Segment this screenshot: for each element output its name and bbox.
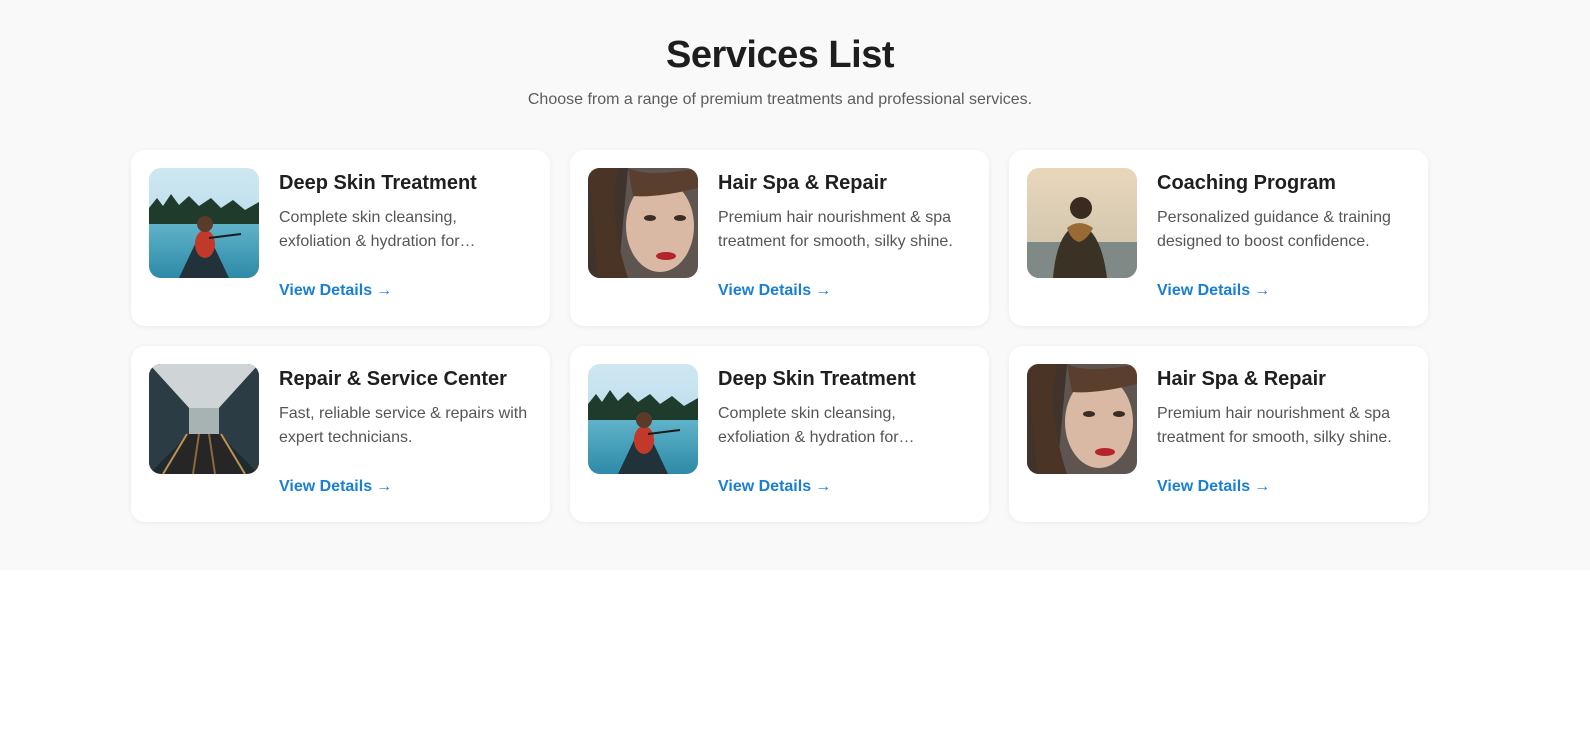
services-grid: Deep Skin Treatment Complete skin cleans… — [131, 150, 1428, 522]
link-label: View Details — [1157, 478, 1251, 495]
page-title: Services List — [666, 34, 894, 76]
link-label: View Details — [279, 478, 373, 495]
service-image-canoe — [149, 168, 259, 278]
service-card: Repair & Service Center Fast, reliable s… — [131, 346, 550, 522]
card-title: Deep Skin Treatment — [279, 172, 477, 194]
service-card: Deep Skin Treatment Complete skin cleans… — [131, 150, 550, 326]
card-title: Hair Spa & Repair — [1157, 368, 1326, 390]
service-card: Hair Spa & Repair Premium hair nourishme… — [1009, 346, 1428, 522]
services-section: Services List Choose from a range of pre… — [0, 0, 1590, 570]
card-title: Deep Skin Treatment — [718, 368, 916, 390]
link-label: View Details — [279, 282, 373, 299]
view-details-link[interactable]: View Details → — [1157, 478, 1270, 496]
card-title: Coaching Program — [1157, 172, 1336, 194]
card-body: Deep Skin Treatment Complete skin cleans… — [279, 168, 532, 308]
card-body: Repair & Service Center Fast, reliable s… — [279, 364, 532, 504]
arrow-right-icon: → — [376, 282, 393, 299]
card-body: Hair Spa & Repair Premium hair nourishme… — [1157, 364, 1410, 504]
card-body: Coaching Program Personalized guidance &… — [1157, 168, 1410, 308]
link-label: View Details — [718, 478, 812, 495]
card-description: Fast, reliable service & repairs with ex… — [279, 405, 528, 446]
service-image-escalator — [149, 364, 259, 474]
card-body: Hair Spa & Repair Premium hair nourishme… — [718, 168, 971, 308]
arrow-right-icon: → — [815, 478, 832, 495]
arrow-right-icon: → — [815, 282, 832, 299]
view-details-link[interactable]: View Details → — [279, 282, 392, 300]
card-description: Complete skin cleansing, exfoliation & h… — [279, 209, 476, 250]
service-card: Coaching Program Personalized guidance &… — [1009, 150, 1428, 326]
arrow-right-icon: → — [1254, 478, 1271, 495]
view-details-link[interactable]: View Details → — [1157, 282, 1270, 300]
card-description: Premium hair nourishment & spa treatment… — [1157, 405, 1392, 446]
link-label: View Details — [718, 282, 812, 299]
card-description: Personalized guidance & training designe… — [1157, 209, 1391, 250]
card-body: Deep Skin Treatment Complete skin cleans… — [718, 364, 971, 504]
link-label: View Details — [1157, 282, 1251, 299]
view-details-link[interactable]: View Details → — [718, 478, 831, 496]
card-title: Repair & Service Center — [279, 368, 507, 390]
view-details-link[interactable]: View Details → — [279, 478, 392, 496]
service-image-portrait — [1027, 364, 1137, 474]
page-subtitle: Choose from a range of premium treatment… — [527, 91, 1033, 108]
service-image-canoe — [588, 364, 698, 474]
service-image-sunset-man — [1027, 168, 1137, 278]
view-details-link[interactable]: View Details → — [718, 282, 831, 300]
card-title: Hair Spa & Repair — [718, 172, 887, 194]
arrow-right-icon: → — [376, 478, 393, 495]
card-description: Complete skin cleansing, exfoliation & h… — [718, 405, 915, 446]
arrow-right-icon: → — [1254, 282, 1271, 299]
service-card: Deep Skin Treatment Complete skin cleans… — [570, 346, 989, 522]
card-description: Premium hair nourishment & spa treatment… — [718, 209, 953, 250]
service-image-portrait — [588, 168, 698, 278]
service-card: Hair Spa & Repair Premium hair nourishme… — [570, 150, 989, 326]
